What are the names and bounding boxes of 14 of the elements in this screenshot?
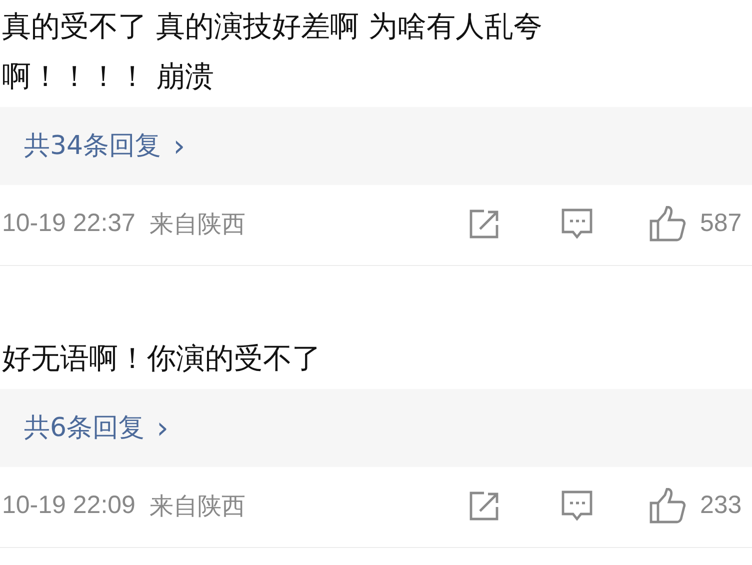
comment-location: 来自陕西	[149, 209, 246, 240]
comment-time: 10-19 22:09	[1, 490, 136, 522]
like-count: 233	[700, 490, 743, 522]
thumbs-up-icon[interactable]	[648, 206, 686, 242]
comment-time: 10-19 22:37	[1, 208, 136, 240]
comment-location: 来自陕西	[149, 491, 246, 522]
replies-link[interactable]: 共34条回复 ›	[24, 124, 186, 168]
comment-icon[interactable]	[560, 207, 594, 241]
thumbs-up-icon[interactable]	[648, 488, 686, 524]
comment-text: 真的受不了 真的演技好差啊 为啥有人乱夸啊！！！！ 崩溃	[1, 8, 544, 95]
replies-link[interactable]: 共6条回复 ›	[24, 406, 169, 450]
comment-text: 好无语啊！你演的受不了	[1, 340, 322, 377]
like-count: 587	[700, 208, 743, 240]
comment-icon[interactable]	[560, 489, 594, 523]
